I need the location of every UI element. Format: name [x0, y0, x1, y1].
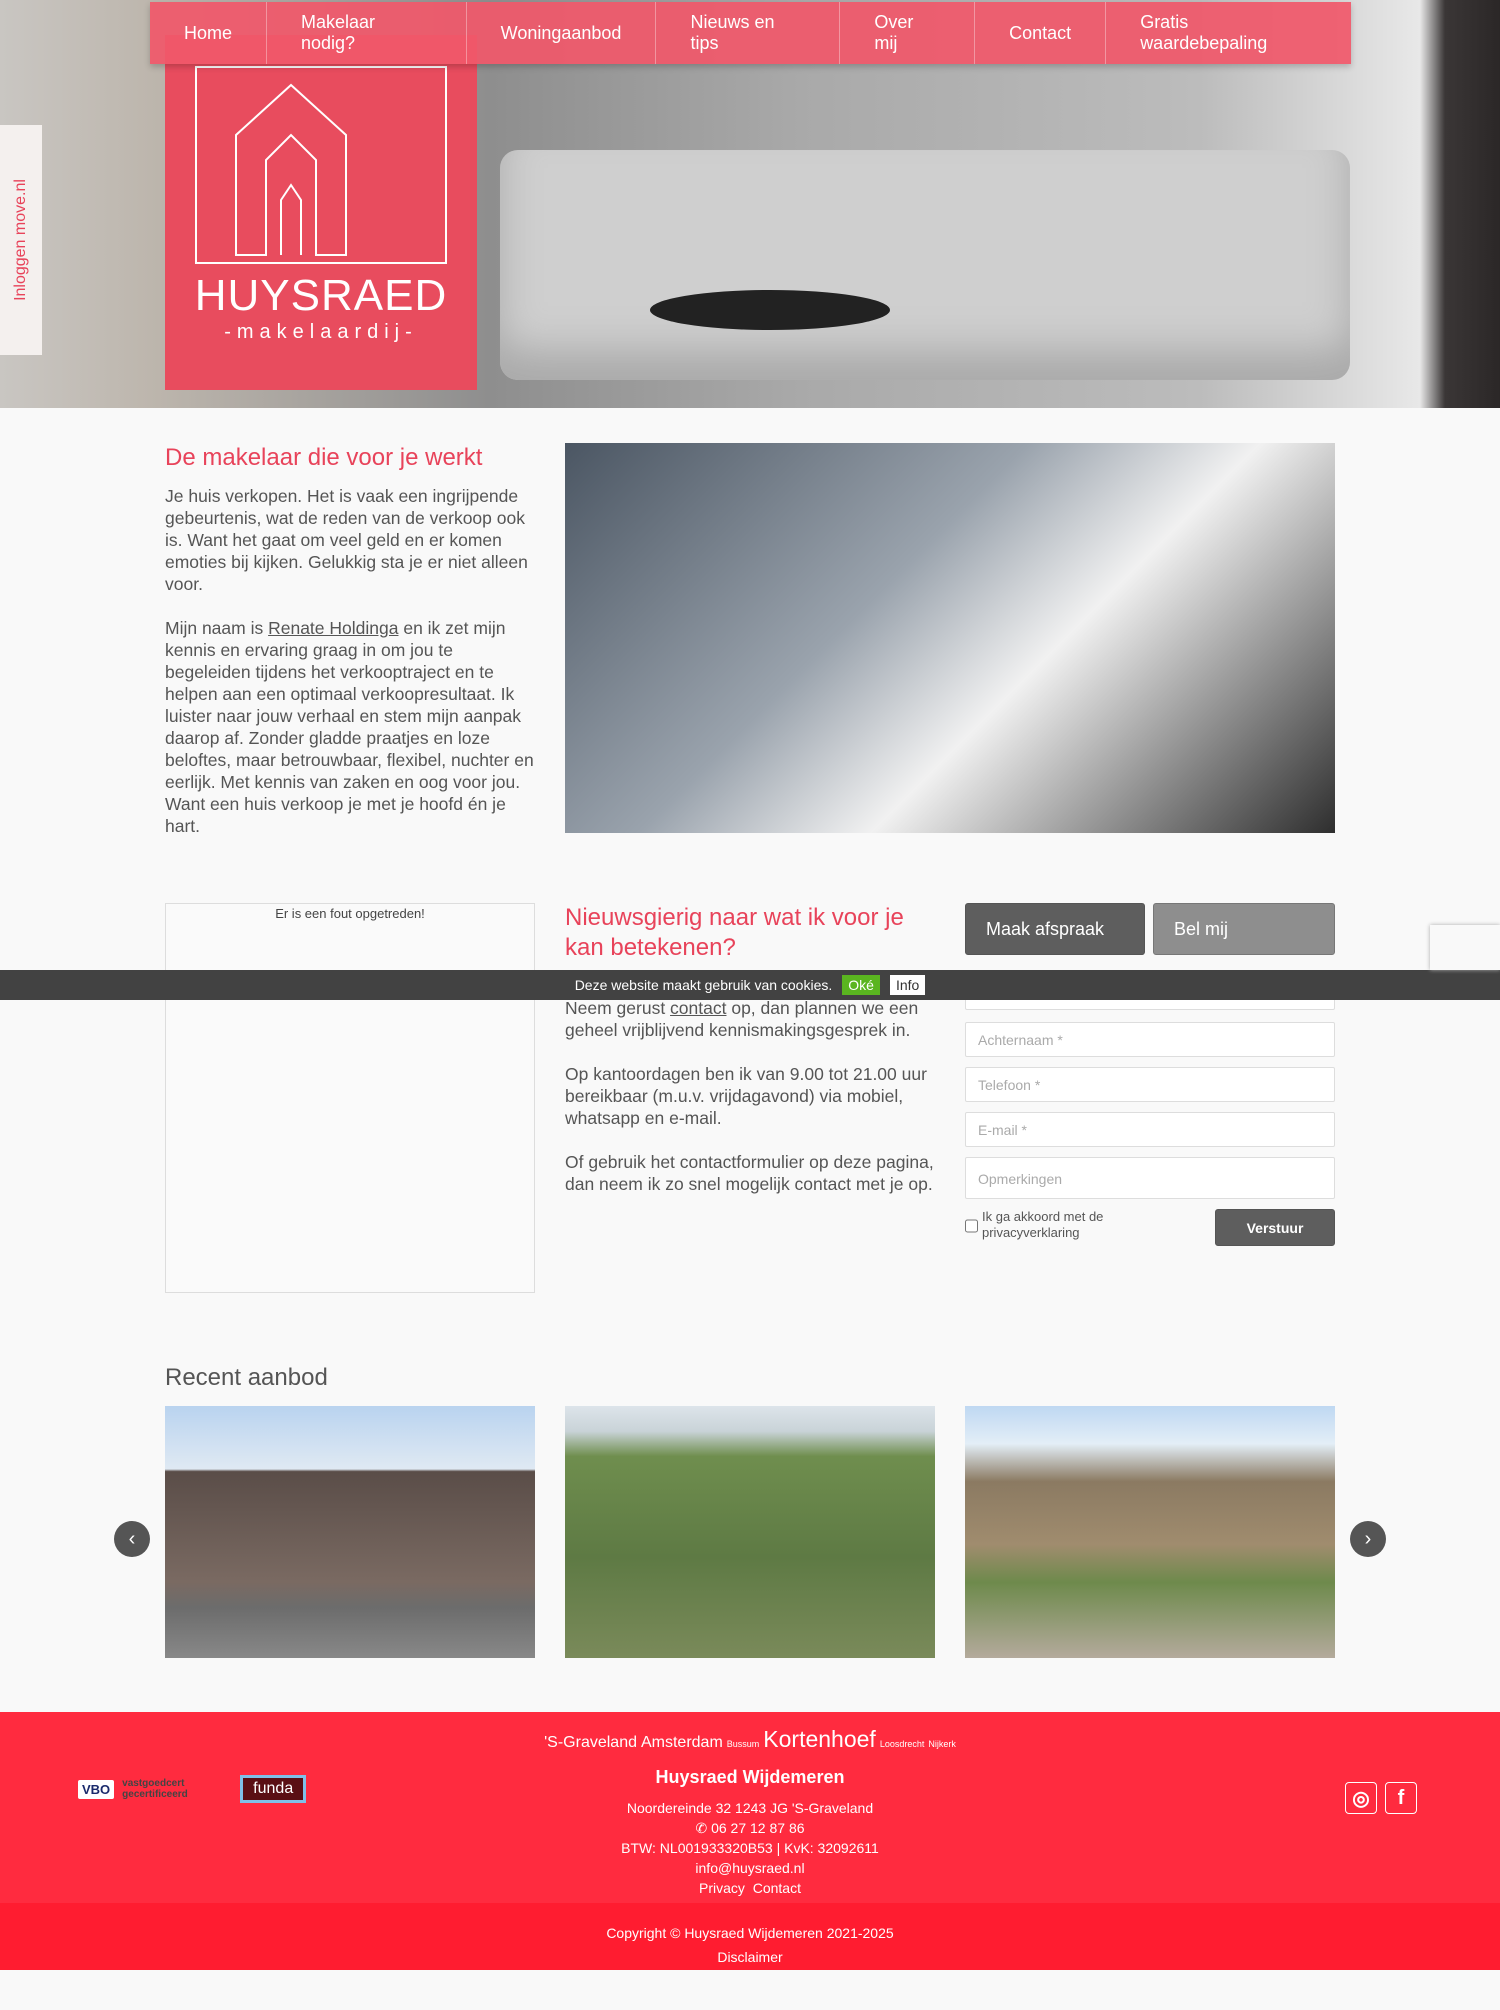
consent-checkbox[interactable] — [965, 1211, 978, 1241]
intro-title: De makelaar die voor je werkt — [165, 444, 483, 471]
contact-p1: Neem gerust contact op, dan plannen we e… — [565, 998, 919, 1040]
contact-p2: Op kantoordagen ben ik van 9.00 tot 21.0… — [565, 1064, 927, 1128]
nav-nieuws[interactable]: Nieuws en tips — [656, 2, 841, 64]
footer-email[interactable]: info@huysraed.nl — [0, 1858, 1500, 1878]
vastgoedcert-logo[interactable]: vastgoedcert gecertificeerd — [122, 1778, 232, 1800]
phone-icon: ✆ — [695, 1820, 712, 1836]
nav-over-mij[interactable]: Over mij — [840, 2, 976, 64]
carousel-prev-icon[interactable]: ‹ — [114, 1521, 150, 1557]
logo[interactable]: HUYSRAED -makelaardij- — [165, 35, 477, 390]
renate-link[interactable]: Renate Holdinga — [268, 618, 398, 638]
copyright: Copyright © Huysraed Wijdemeren 2021-202… — [606, 1925, 894, 1941]
funda-logo[interactable]: funda — [240, 1775, 307, 1803]
remarks-textarea[interactable]: Opmerkingen — [965, 1157, 1335, 1199]
phone-input[interactable]: Telefoon * — [965, 1067, 1335, 1102]
contact-p3: Of gebruik het contactformulier op deze … — [565, 1152, 934, 1194]
consent-row: Ik ga akkoord met de privacyverklaring — [965, 1209, 1135, 1241]
footer: 'S-Graveland Amsterdam Bussum Kortenhoef… — [0, 1712, 1500, 1903]
carousel-next-icon[interactable]: › — [1350, 1521, 1386, 1557]
hero-sofa-image — [500, 150, 1350, 380]
disclaimer-link[interactable]: Disclaimer — [0, 1945, 1500, 1969]
place-link[interactable]: Kortenhoef — [763, 1726, 876, 1753]
listing-card[interactable] — [165, 1406, 535, 1658]
contact-title: Nieuwsgierig naar wat ik voor je kan bet… — [565, 904, 904, 961]
lastname-input[interactable]: Achternaam * — [965, 1022, 1335, 1057]
map-frame: Er is een fout opgetreden! — [165, 903, 535, 1293]
contact-section: Nieuwsgierig naar wat ik voor je kan bet… — [565, 903, 935, 1195]
places-cloud: 'S-Graveland Amsterdam Bussum Kortenhoef… — [0, 1726, 1500, 1753]
intro-p1: Je huis verkopen. Het is vaak een ingrij… — [165, 486, 528, 594]
listing-card[interactable] — [565, 1406, 935, 1658]
certification-logos: VBO vastgoedcert gecertificeerd funda — [78, 1775, 307, 1803]
call-me-button[interactable]: Bel mij — [1153, 903, 1335, 955]
footer-btw: BTW: NL001933320B53 | KvK: 32092611 — [621, 1840, 879, 1856]
place-link[interactable]: Nijkerk — [928, 1739, 956, 1749]
place-link[interactable]: Loosdrecht — [880, 1739, 925, 1749]
intro-section: De makelaar die voor je werkt Je huis ve… — [165, 443, 535, 837]
footer-privacy-link[interactable]: Privacy — [699, 1880, 745, 1896]
cookie-bar: Deze website maakt gebruik van cookies. … — [0, 970, 1500, 1000]
nav-makelaar-nodig[interactable]: Makelaar nodig? — [267, 2, 467, 64]
nav-woningaanbod[interactable]: Woningaanbod — [467, 2, 657, 64]
footer-phone[interactable]: ✆ 06 27 12 87 86 — [0, 1818, 1500, 1838]
submit-button[interactable]: Verstuur — [1215, 1209, 1335, 1246]
cookie-ok-button[interactable]: Oké — [842, 975, 880, 995]
footer-bottom: Copyright © Huysraed Wijdemeren 2021-202… — [0, 1903, 1500, 1970]
facebook-icon[interactable]: f — [1385, 1782, 1417, 1814]
listing-card[interactable] — [965, 1406, 1335, 1658]
make-appointment-button[interactable]: Maak afspraak — [965, 903, 1145, 955]
place-link[interactable]: Amsterdam — [641, 1734, 723, 1752]
recent-title: Recent aanbod — [165, 1364, 328, 1391]
agent-photo — [565, 443, 1335, 833]
vbo-logo[interactable]: VBO — [78, 1779, 115, 1799]
cookie-info-button[interactable]: Info — [889, 975, 926, 995]
place-link[interactable]: 'S-Graveland — [544, 1734, 637, 1752]
recaptcha-badge[interactable] — [1430, 925, 1500, 970]
nav-waardebepaling[interactable]: Gratis waardebepaling — [1106, 2, 1351, 64]
nav-contact[interactable]: Contact — [975, 2, 1107, 64]
intro-p2: Mijn naam is Renate Holdinga en ik zet m… — [165, 618, 534, 836]
footer-contact-link[interactable]: Contact — [753, 1880, 801, 1896]
login-tab[interactable]: Inloggen move.nl — [0, 125, 42, 355]
instagram-icon[interactable]: ◎ — [1345, 1782, 1377, 1814]
place-link[interactable]: Bussum — [727, 1739, 760, 1749]
house-logo-icon — [195, 66, 447, 264]
nav-home[interactable]: Home — [150, 2, 268, 64]
contact-link[interactable]: contact — [670, 998, 726, 1018]
main-nav: Home Makelaar nodig? Woningaanbod Nieuws… — [150, 2, 1351, 64]
hero-table-image — [650, 290, 890, 330]
email-input[interactable]: E-mail * — [965, 1112, 1335, 1147]
